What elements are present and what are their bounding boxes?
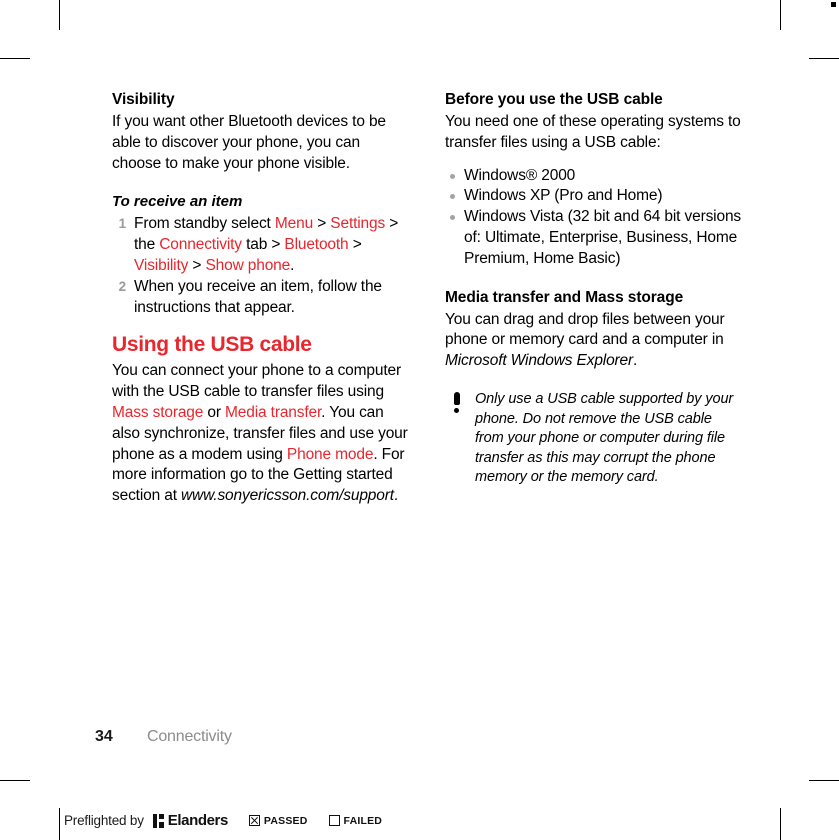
list-item: 2 When you receive an item, follow the i… — [112, 277, 408, 319]
failed-checkbox[interactable] — [328, 815, 340, 826]
failed-checkbox-group[interactable]: FAILED — [328, 814, 383, 827]
passed-checkbox-group[interactable]: PASSED — [248, 814, 308, 827]
failed-label: FAILED — [343, 814, 383, 827]
list-item: Windows Vista (32 bit and 64 bit version… — [445, 207, 741, 269]
using-usb-cable-heading: Using the USB cable — [112, 333, 312, 357]
step-text: When you receive an item, follow the ins… — [134, 277, 382, 316]
exclamation-icon — [450, 391, 464, 416]
media-transfer-body: You can drag and drop files between your… — [445, 310, 725, 370]
preflight-label: Preflighted by — [64, 813, 144, 828]
using-usb-cable-body: You can connect your phone to a computer… — [112, 362, 408, 505]
passed-checkbox[interactable] — [248, 815, 260, 826]
passed-label: PASSED — [263, 814, 308, 827]
right-column: Before you use the USB cable You need on… — [445, 90, 741, 488]
before-you-use-heading: Before you use the USB cable — [445, 91, 663, 108]
list-item: Windows XP (Pro and Home) — [445, 186, 741, 207]
receive-item-steps: 1 From standby select Menu > Settings > … — [112, 214, 408, 318]
before-you-use-body: You need one of these operating systems … — [445, 113, 741, 151]
step-text: From standby select Menu > Settings > th… — [134, 215, 399, 274]
warning-note: Only use a USB cable supported by your p… — [445, 390, 741, 488]
operating-system-list: Windows® 2000 Windows XP (Pro and Home) … — [445, 166, 741, 270]
list-item: 1 From standby select Menu > Settings > … — [112, 214, 408, 276]
elanders-mark-icon — [152, 813, 165, 828]
elanders-wordmark: Elanders — [167, 812, 229, 829]
visibility-body: If you want other Bluetooth devices to b… — [112, 113, 386, 172]
step-number: 1 — [118, 216, 127, 232]
media-transfer-heading: Media transfer and Mass storage — [445, 288, 684, 306]
list-item: Windows® 2000 — [445, 166, 741, 187]
preflight-bar: Preflighted by Elanders PASSED FAILED — [0, 798, 839, 840]
elanders-logo: Elanders — [152, 812, 229, 829]
page-footer: 34 Connectivity — [95, 728, 232, 746]
visibility-heading: Visibility — [112, 91, 175, 108]
warning-note-text: Only use a USB cable supported by your p… — [475, 390, 734, 486]
receive-item-heading: To receive an item — [112, 193, 243, 211]
chapter-name: Connectivity — [147, 728, 232, 745]
left-column: Visibility If you want other Bluetooth d… — [112, 90, 408, 507]
page-number: 34 — [95, 728, 113, 745]
crop-mark-bottom-right-horizontal — [809, 780, 839, 781]
crop-mark-bottom-left-horizontal — [0, 780, 30, 781]
step-number: 2 — [118, 278, 127, 294]
manual-page: Visibility If you want other Bluetooth d… — [0, 0, 839, 780]
